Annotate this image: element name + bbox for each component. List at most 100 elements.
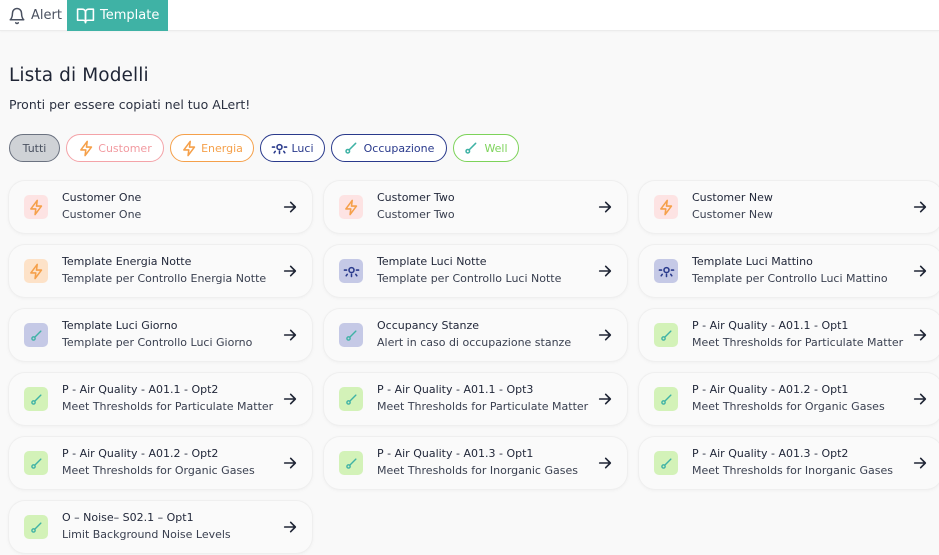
arrow-right-icon[interactable] xyxy=(282,263,298,279)
arrow-right-icon[interactable] xyxy=(282,199,298,215)
filter-chip-label: Occupazione xyxy=(363,141,435,155)
template-title: P - Air Quality - A01.1 - Opt1 xyxy=(692,319,849,332)
template-title: Customer Two xyxy=(377,191,455,204)
template-category-icon xyxy=(24,323,48,347)
sensor-icon xyxy=(30,393,42,405)
arrow-right-icon[interactable] xyxy=(282,455,298,471)
template-title: Template Energia Notte xyxy=(62,255,192,268)
template-category-icon xyxy=(339,451,363,475)
template-title: Template Luci Notte xyxy=(377,255,487,268)
bell-icon xyxy=(8,7,26,25)
lightning-icon xyxy=(181,140,198,157)
template-card[interactable]: P - Air Quality - A01.3 - Opt1 Meet Thre… xyxy=(324,437,627,489)
template-description: Customer One xyxy=(62,208,142,221)
filter-chip-well[interactable]: Well xyxy=(453,134,519,162)
template-card[interactable]: Template Energia Notte Template per Cont… xyxy=(9,245,312,297)
tab-template[interactable]: Template xyxy=(67,0,168,31)
template-description: Alert in caso di occupazione stanze xyxy=(377,336,572,349)
arrow-right-icon[interactable] xyxy=(912,263,928,279)
template-description: Meet Thresholds for Particulate Matter xyxy=(62,400,274,413)
template-category-icon xyxy=(339,387,363,411)
template-description: Meet Thresholds for Particulate Matter xyxy=(377,400,589,413)
sensor-icon xyxy=(30,329,42,341)
sensor-icon xyxy=(345,329,357,341)
template-category-icon xyxy=(654,195,678,219)
template-title: P - Air Quality - A01.3 - Opt2 xyxy=(692,447,849,460)
template-description: Meet Thresholds for Inorganic Gases xyxy=(692,464,893,477)
template-title: Occupancy Stanze xyxy=(377,319,480,332)
template-card[interactable]: Customer Two Customer Two xyxy=(324,181,627,233)
template-card[interactable]: Template Luci Giorno Template per Contro… xyxy=(9,309,312,361)
top-tab-bar: Alert Template xyxy=(0,0,939,31)
sensor-icon xyxy=(345,393,357,405)
template-description: Meet Thresholds for Organic Gases xyxy=(62,464,255,477)
template-description: Meet Thresholds for Organic Gases xyxy=(692,400,885,413)
template-card[interactable]: Occupancy Stanze Alert in caso di occupa… xyxy=(324,309,627,361)
template-card[interactable]: Customer New Customer New xyxy=(639,181,939,233)
arrow-right-icon[interactable] xyxy=(912,391,928,407)
arrow-right-icon[interactable] xyxy=(912,455,928,471)
arrow-right-icon[interactable] xyxy=(597,199,613,215)
template-title: Template Luci Mattino xyxy=(692,255,813,268)
sensor-icon xyxy=(660,329,672,341)
template-card[interactable]: O – Noise– S02.1 – Opt1 Limit Background… xyxy=(9,501,312,553)
tab-alert[interactable]: Alert xyxy=(6,0,64,31)
sensor-icon xyxy=(344,141,358,155)
template-card[interactable]: Customer One Customer One xyxy=(9,181,312,233)
filter-chip-luci[interactable]: Luci xyxy=(260,134,325,162)
arrow-right-icon[interactable] xyxy=(597,455,613,471)
sensor-icon xyxy=(464,141,478,155)
lightning-icon xyxy=(344,199,357,215)
sensor-icon xyxy=(30,521,42,533)
template-description: Customer Two xyxy=(377,208,455,221)
filter-chip-label: Well xyxy=(484,141,508,155)
filter-chip-label: Tutti xyxy=(22,141,47,155)
template-card[interactable]: P - Air Quality - A01.2 - Opt1 Meet Thre… xyxy=(639,373,939,425)
template-card[interactable]: P - Air Quality - A01.1 - Opt3 Meet Thre… xyxy=(324,373,627,425)
arrow-right-icon[interactable] xyxy=(282,391,298,407)
arrow-right-icon[interactable] xyxy=(597,327,613,343)
template-card[interactable]: P - Air Quality - A01.1 - Opt2 Meet Thre… xyxy=(9,373,312,425)
template-card[interactable]: Template Luci Notte Template per Control… xyxy=(324,245,627,297)
lightning-icon xyxy=(29,263,42,279)
filter-chip-label: Luci xyxy=(291,141,314,155)
template-card[interactable]: P - Air Quality - A01.1 - Opt1 Meet Thre… xyxy=(639,309,939,361)
filter-chip-tutti[interactable]: Tutti xyxy=(9,134,60,162)
template-title: Template Luci Giorno xyxy=(62,319,178,332)
template-description: Template per Controllo Energia Notte xyxy=(62,272,267,285)
template-title: Customer New xyxy=(692,191,773,204)
tab-alert-label: Alert xyxy=(31,8,62,23)
template-title: O – Noise– S02.1 – Opt1 xyxy=(62,511,194,524)
arrow-right-icon[interactable] xyxy=(597,263,613,279)
arrow-right-icon[interactable] xyxy=(597,391,613,407)
template-card[interactable]: Template Luci Mattino Template per Contr… xyxy=(639,245,939,297)
filter-chip-energia[interactable]: Energia xyxy=(170,134,254,162)
arrow-right-icon[interactable] xyxy=(912,199,928,215)
template-title: P - Air Quality - A01.3 - Opt1 xyxy=(377,447,534,460)
sensor-icon xyxy=(660,457,672,469)
page-title: Lista di Modelli xyxy=(9,65,149,86)
sensor-icon xyxy=(30,457,42,469)
filter-chip-label: Customer xyxy=(98,141,152,155)
book-open-icon xyxy=(76,6,95,25)
light-icon xyxy=(658,266,674,277)
filter-chip-occupazione[interactable]: Occupazione xyxy=(331,134,447,162)
template-category-icon xyxy=(24,387,48,411)
template-card[interactable]: P - Air Quality - A01.2 - Opt2 Meet Thre… xyxy=(9,437,312,489)
arrow-right-icon[interactable] xyxy=(912,327,928,343)
template-description: Limit Background Noise Levels xyxy=(62,528,231,541)
filter-chip-customer[interactable]: Customer xyxy=(66,134,164,162)
sensor-icon xyxy=(345,457,357,469)
lightning-icon xyxy=(78,140,95,157)
light-icon xyxy=(271,140,288,157)
template-card[interactable]: P - Air Quality - A01.3 - Opt2 Meet Thre… xyxy=(639,437,939,489)
template-description: Template per Controllo Luci Mattino xyxy=(692,272,888,285)
arrow-right-icon[interactable] xyxy=(282,327,298,343)
arrow-right-icon[interactable] xyxy=(282,519,298,535)
light-icon xyxy=(343,266,359,277)
template-title: P - Air Quality - A01.1 - Opt3 xyxy=(377,383,534,396)
template-title: P - Air Quality - A01.2 - Opt1 xyxy=(692,383,849,396)
template-category-icon xyxy=(24,195,48,219)
template-description: Template per Controllo Luci Notte xyxy=(377,272,562,285)
tab-template-label: Template xyxy=(100,8,160,23)
